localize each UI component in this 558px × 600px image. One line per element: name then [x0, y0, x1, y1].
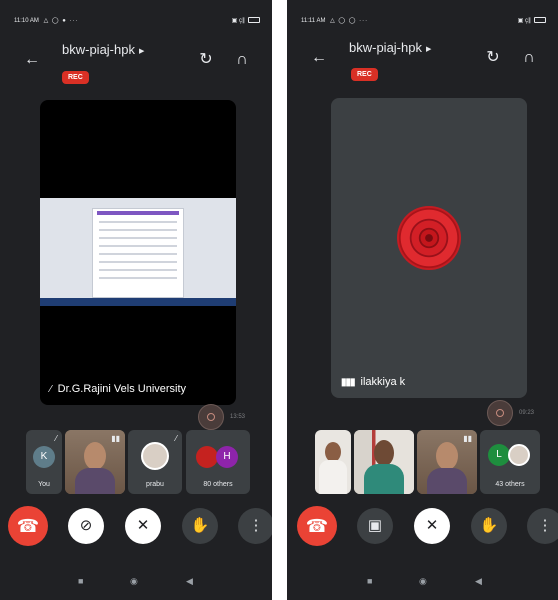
mic-off-icon: ⁄	[50, 383, 52, 395]
android-nav-bar: ■ ◉ ◀	[0, 576, 272, 592]
raise-hand-button[interactable]: ✋	[471, 508, 507, 544]
caret-right-icon: ▶	[425, 45, 432, 53]
phone-screenshot-right: 11:11 AM △ ◯ ◯ ··· ▣ ç∥ ← bkw-piaj-hpk ▶ …	[287, 0, 558, 600]
more-options-button[interactable]: ⋮	[238, 508, 272, 544]
camera-on-button[interactable]: ▣	[357, 508, 393, 544]
speaker-label: ▮▮▮ ilakkiya k	[341, 376, 405, 388]
presenter-name: Dr.G.Rajini Vels University	[57, 383, 187, 395]
meeting-header: ← bkw-piaj-hpk ▶ REC ↻ ∩	[0, 38, 272, 86]
back-arrow-icon[interactable]: ←	[22, 50, 42, 70]
recents-icon[interactable]: ■	[78, 576, 83, 586]
notification-icons: △ ◯ ◯ ···	[330, 17, 369, 24]
mic-off-icon: ⁄	[55, 434, 57, 443]
status-time: 11:10 AM	[14, 17, 39, 24]
audio-level-icon: ▮▮	[111, 434, 120, 443]
avatar: L	[488, 444, 510, 466]
speaker-name: ilakkiya k	[360, 376, 406, 388]
rose-avatar-image	[397, 206, 461, 270]
system-icons: ▣ ç∥	[232, 17, 260, 24]
android-nav-bar: ■ ◉ ◀	[287, 576, 558, 592]
participant-tile-others[interactable]: H 80 others	[186, 430, 250, 494]
camera-flip-icon[interactable]: ↻	[196, 50, 216, 70]
self-view-indicator[interactable]	[198, 404, 224, 430]
self-time: 13:53	[230, 414, 246, 420]
status-bar: 11:11 AM △ ◯ ◯ ··· ▣ ç∥	[301, 14, 546, 26]
notification-icons: △ ◯ ● ···	[43, 17, 79, 24]
participant-tile-video[interactable]	[354, 430, 414, 494]
rec-badge: REC	[62, 71, 89, 84]
home-icon[interactable]: ◉	[130, 576, 138, 587]
signal-icon: ▣ ç∥	[517, 17, 531, 24]
shared-taskbar	[40, 298, 236, 306]
more-options-button[interactable]: ⋮	[527, 508, 558, 544]
others-count: 80 others	[203, 481, 233, 488]
shared-screen-content	[40, 198, 236, 306]
audio-level-icon: ▮▮▮	[341, 376, 355, 388]
presenter-tile[interactable]: ⁄ Dr.G.Rajini Vels University	[40, 100, 236, 405]
others-count: 43 others	[495, 481, 525, 488]
participant-tile-prabu[interactable]: ⁄ prabu	[128, 430, 182, 494]
mic-off-button[interactable]: ✕	[125, 508, 161, 544]
speaker-tile[interactable]: ▮▮▮ ilakkiya k	[331, 98, 527, 398]
participant-tile-others[interactable]: L 43 others	[480, 430, 540, 494]
rec-badge: REC	[351, 68, 378, 81]
back-arrow-icon[interactable]: ←	[309, 48, 329, 68]
mic-off-icon: ⁄	[175, 434, 177, 443]
avatar: K	[33, 446, 55, 468]
system-icons: ▣ ç∥	[518, 17, 546, 24]
meeting-header: ← bkw-piaj-hpk ▶ REC ↻ ∩	[287, 38, 558, 86]
recents-icon[interactable]: ■	[367, 576, 372, 586]
shared-document	[92, 208, 184, 298]
caret-right-icon: ▶	[138, 47, 145, 55]
back-icon[interactable]: ◀	[475, 576, 482, 587]
self-time: 09:23	[519, 410, 535, 416]
participant-tile-you[interactable]: K ⁄ You	[26, 430, 62, 494]
mic-off-button[interactable]: ✕	[414, 508, 450, 544]
headphones-icon[interactable]: ∩	[232, 50, 252, 70]
status-time: 11:11 AM	[301, 17, 326, 24]
signal-icon: ▣ ç∥	[231, 17, 245, 24]
presenter-label: ⁄ Dr.G.Rajini Vels University	[50, 383, 186, 395]
avatar	[196, 446, 218, 468]
meeting-code[interactable]: bkw-piaj-hpk ▶	[349, 40, 431, 55]
meeting-code[interactable]: bkw-piaj-hpk ▶	[62, 42, 144, 57]
battery-icon	[248, 17, 260, 23]
status-bar: 11:10 AM △ ◯ ● ··· ▣ ç∥	[14, 14, 260, 26]
participant-tile-video[interactable]: ▮▮	[417, 430, 477, 494]
headphones-icon[interactable]: ∩	[519, 48, 539, 68]
participant-strip: K ⁄ You ▮▮ ⁄ prabu H 80 others	[26, 430, 250, 494]
end-call-button[interactable]: ☎	[8, 506, 48, 546]
camera-off-button[interactable]: ⊘	[68, 508, 104, 544]
participant-strip: ▮▮ L 43 others	[315, 430, 543, 494]
battery-icon	[534, 17, 546, 23]
participant-tile-video[interactable]: ▮▮	[65, 430, 125, 494]
back-icon[interactable]: ◀	[186, 576, 193, 587]
raise-hand-button[interactable]: ✋	[182, 508, 218, 544]
end-call-button[interactable]: ☎	[297, 506, 337, 546]
participant-name: You	[38, 481, 50, 488]
avatar: H	[216, 446, 238, 468]
avatar	[508, 444, 530, 466]
phone-screenshot-left: 11:10 AM △ ◯ ● ··· ▣ ç∥ ← bkw-piaj-hpk ▶ …	[0, 0, 272, 600]
self-view-indicator[interactable]	[487, 400, 513, 426]
avatar	[141, 442, 169, 470]
meeting-code-text: bkw-piaj-hpk	[62, 42, 135, 57]
meeting-code-text: bkw-piaj-hpk	[349, 40, 422, 55]
participant-tile-video[interactable]	[315, 430, 351, 494]
audio-level-icon: ▮▮	[463, 434, 472, 443]
call-controls: ☎ ⊘ ✕ ✋ ⋮	[0, 506, 272, 552]
camera-flip-icon[interactable]: ↻	[483, 48, 503, 68]
home-icon[interactable]: ◉	[419, 576, 427, 587]
participant-name: prabu	[146, 481, 164, 488]
call-controls: ☎ ▣ ✕ ✋ ⋮	[287, 506, 558, 552]
